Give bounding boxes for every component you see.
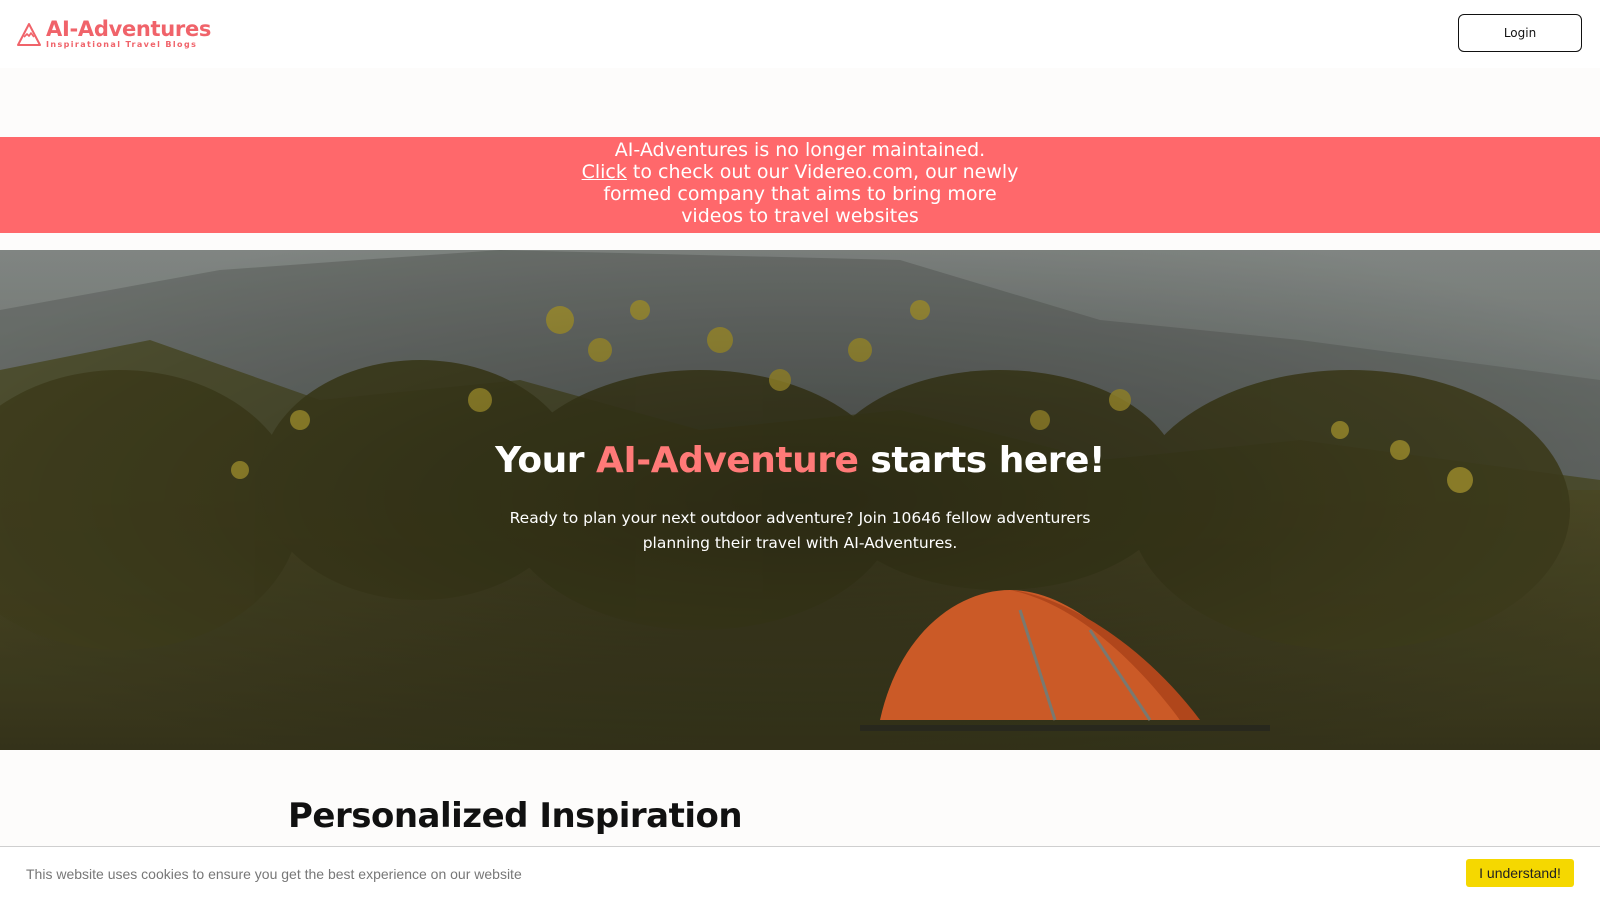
section-title: Personalized Inspiration [288,796,743,836]
mountain-icon [17,23,41,46]
hero-title: Your AI-Adventure starts here! [0,440,1600,481]
site-logo[interactable]: AI-Adventures Inspirational Travel Blogs [16,18,211,50]
hero-title-after: starts here! [858,440,1105,481]
banner-link[interactable]: Click [582,161,627,183]
logo-title: AI-Adventures [46,17,212,41]
banner-line-1: AI-Adventures is no longer maintained. [614,139,986,161]
logo-subtitle: Inspirational Travel Blogs [46,40,198,49]
hero-subtitle: Ready to plan your next outdoor adventur… [509,509,1091,552]
cookie-message: This website uses cookies to ensure you … [26,866,522,882]
hero-title-accent: AI-Adventure [596,440,859,481]
cookie-accept-button[interactable]: I understand! [1466,859,1574,887]
hero-section: Your AI-Adventure starts here! Ready to … [0,250,1600,750]
hero-background-image [0,250,1600,750]
banner-line-2: Click to check out our Videreo.com, our … [580,161,1020,227]
deprecation-banner: AI-Adventures is no longer maintained. C… [0,137,1600,233]
site-header: AI-Adventures Inspirational Travel Blogs… [0,0,1600,68]
cookie-bar: This website uses cookies to ensure you … [0,846,1600,900]
banner-link-text: to check out our Videreo.com, our newly … [603,161,1019,227]
hero-title-before: Your [495,440,597,481]
login-button[interactable]: Login [1458,14,1582,52]
